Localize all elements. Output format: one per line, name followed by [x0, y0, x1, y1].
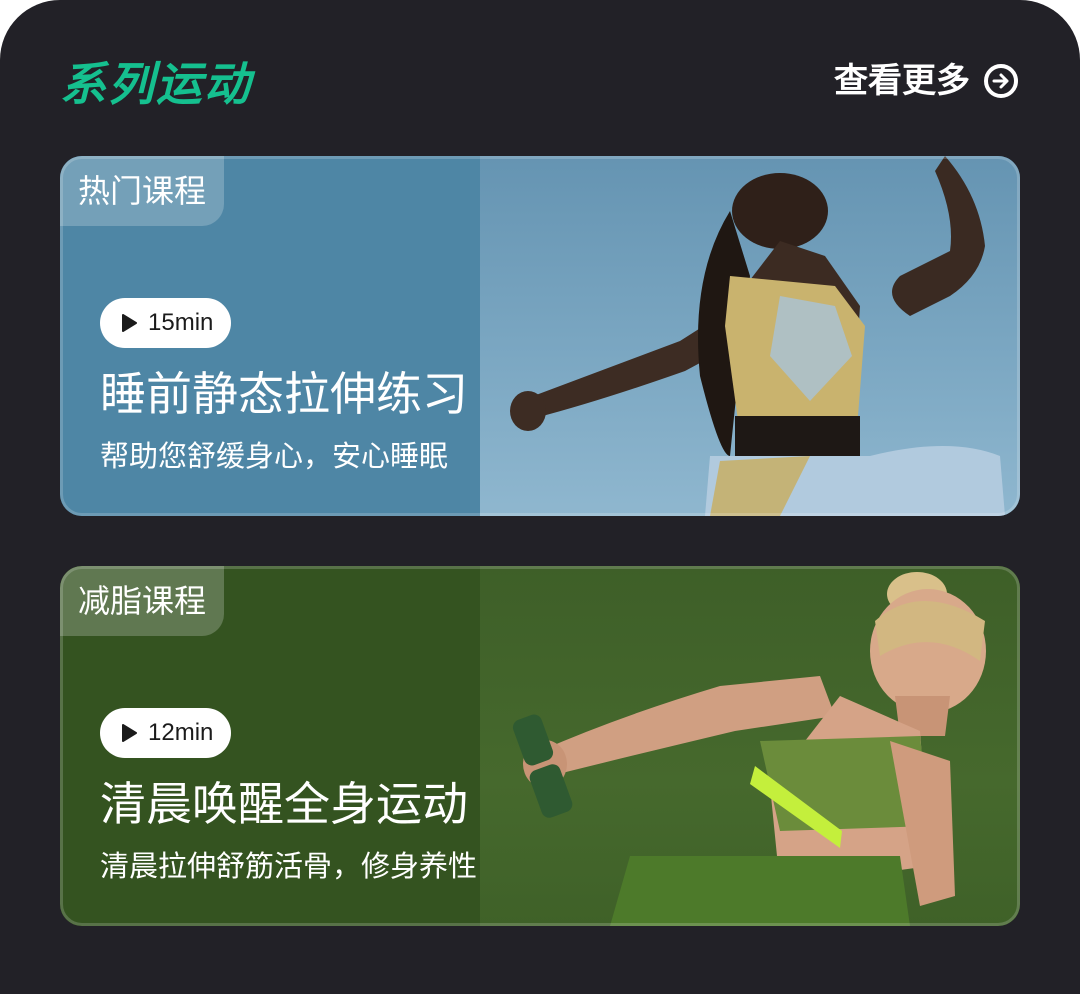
course-subtitle: 帮助您舒缓身心，安心睡眠	[100, 439, 449, 473]
duration-label: 12min	[148, 719, 214, 746]
series-exercise-panel: 系列运动 查看更多 热门课程 15min 睡前静态拉伸练习 帮助您舒缓身心，安心…	[0, 0, 1080, 994]
athlete-photo	[510, 156, 1005, 516]
course-category-tag: 热门课程	[60, 156, 225, 226]
course-card-stretch[interactable]: 热门课程 15min 睡前静态拉伸练习 帮助您舒缓身心，安心睡眠	[60, 156, 1020, 516]
play-icon	[120, 313, 138, 333]
course-card-morning[interactable]: 减脂课程 12min 清晨唤醒全身运动 清晨拉伸舒筋活骨，修身养性	[60, 566, 1020, 926]
course-category-tag: 减脂课程	[60, 566, 225, 636]
duration-badge: 15min	[100, 298, 232, 348]
play-icon	[120, 723, 138, 743]
course-title: 清晨唤醒全身运动	[100, 777, 468, 831]
athlete-photo	[512, 572, 986, 926]
section-title: 系列运动	[60, 57, 252, 111]
arrow-circle-right-icon	[984, 64, 1018, 98]
duration-label: 15min	[148, 309, 214, 336]
course-photo	[480, 566, 1020, 926]
course-subtitle: 清晨拉伸舒筋活骨，修身养性	[100, 849, 478, 883]
duration-badge: 12min	[100, 708, 232, 758]
see-more-link[interactable]: 查看更多	[834, 58, 1018, 104]
course-title: 睡前静态拉伸练习	[100, 367, 468, 421]
see-more-label: 查看更多	[834, 61, 970, 101]
course-photo	[480, 156, 1020, 516]
